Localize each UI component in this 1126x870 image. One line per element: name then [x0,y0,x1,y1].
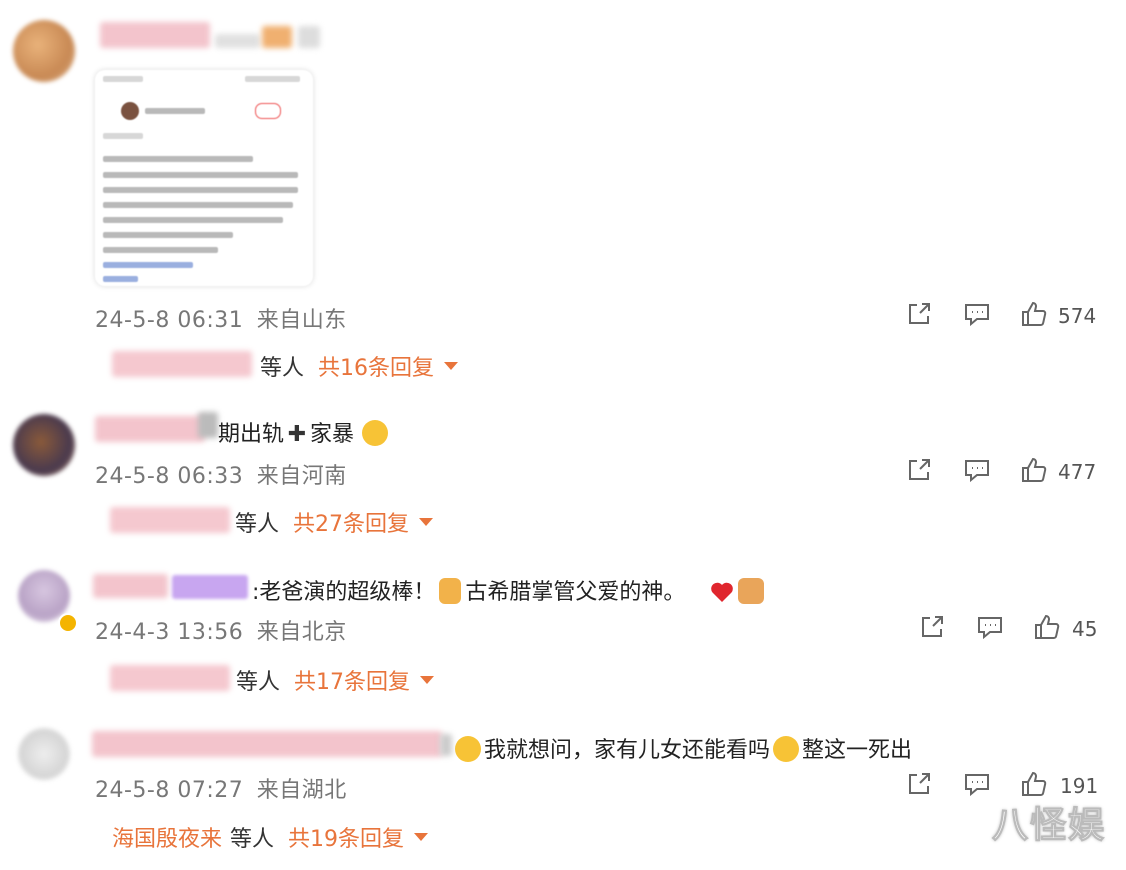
share-button[interactable] [905,456,933,484]
face-emoji [773,736,800,762]
chevron-down-icon[interactable] [414,833,429,841]
comment-icon [965,304,989,327]
like-button[interactable] [1020,300,1048,328]
share-button[interactable] [918,613,946,641]
like-icon [1022,301,1047,326]
avatar[interactable] [13,20,75,82]
comment-icon [965,460,989,483]
share-icon [909,303,930,324]
face-emoji [455,736,481,762]
share-icon [909,459,930,480]
face-emoji [362,420,389,446]
location: 来自湖北 [256,778,347,803]
heart-emoji [711,582,734,602]
reply-summary[interactable]: 等人 共17条回复 [236,664,435,696]
chevron-down-icon[interactable] [420,676,435,684]
chevron-down-icon[interactable] [419,518,434,526]
watermark: 八怪娱 [991,805,1106,847]
username-blurred[interactable] [92,731,442,757]
avatar[interactable] [18,728,70,780]
comment-button[interactable] [963,770,991,798]
comment-text: :老爸演的超级棒！ 古希腊掌管父爱的神。 [252,574,765,606]
reply-who: 等人 [230,827,275,852]
chevron-down-icon[interactable] [444,362,459,370]
like-button[interactable] [1033,613,1061,641]
share-button[interactable] [905,300,933,328]
share-icon [922,616,943,637]
like-icon [1035,614,1060,639]
reply-who: 等人 [235,512,280,537]
badge-blurred [198,412,218,438]
cat-emoji [738,578,765,604]
comment-button[interactable] [963,456,991,484]
attached-image[interactable] [95,70,313,286]
badge-blurred [262,26,292,48]
comment-meta: 24-5-8 06:31 来自山东 [95,302,347,334]
reply-who: 等人 [236,670,281,695]
badge-blurred [298,26,320,48]
timestamp: 24-5-8 06:33 [95,464,244,489]
comment-icon [965,774,989,797]
thumbs-up-emoji [439,578,462,604]
comment-text: 我就想问，家有儿女还能看吗 整这一死出 [452,732,912,764]
reply-name[interactable]: 海国殷夜来 [112,821,222,853]
like-button[interactable] [1020,456,1048,484]
location: 来自河南 [256,464,347,489]
reply-summary[interactable]: 等人 共27条回复 [235,506,434,538]
reply-total[interactable]: 共27条回复 [293,506,409,538]
reply-summary[interactable]: 等人 共16条回复 [260,350,459,382]
reply-total[interactable]: 共17条回复 [294,664,410,696]
location: 来自山东 [256,308,347,333]
like-count: 477 [1058,460,1097,484]
like-icon [1022,457,1047,482]
comment-meta: 24-4-3 13:56 来自北京 [95,614,347,646]
username-blurred[interactable] [93,574,168,598]
reply-summary[interactable]: 海国殷夜来 等人 共19条回复 [112,821,429,853]
like-count: 191 [1060,774,1099,798]
username-blurred [215,34,260,48]
comment-meta: 24-5-8 07:27 来自湖北 [95,772,347,804]
comment-button[interactable] [976,613,1004,641]
like-icon [1022,771,1047,796]
location: 来自北京 [256,620,347,645]
comment-text: 期出轨 ✚ 家暴 [218,416,391,448]
comment-icon [978,617,1002,640]
reply-names-blurred [110,507,230,533]
share-icon [909,773,930,794]
badge-blurred [440,734,452,756]
reply-total[interactable]: 共19条回复 [288,821,404,853]
comment-button[interactable] [963,300,991,328]
username-blurred[interactable] [100,22,210,48]
reply-total[interactable]: 共16条回复 [318,350,434,382]
avatar[interactable] [13,414,75,476]
like-button[interactable] [1020,770,1048,798]
share-button[interactable] [905,770,933,798]
comment-meta: 24-5-8 06:33 来自河南 [95,458,347,490]
reply-names-blurred [112,351,252,377]
timestamp: 24-5-8 06:31 [95,308,244,333]
reply-names-blurred [110,665,230,691]
reply-who: 等人 [260,356,305,381]
like-count: 45 [1072,617,1098,641]
timestamp: 24-4-3 13:56 [95,620,244,645]
like-count: 574 [1058,304,1097,328]
timestamp: 24-5-8 07:27 [95,778,244,803]
verified-badge [58,613,78,633]
cross-emoji: ✚ [287,422,307,447]
username-blurred[interactable] [95,416,205,442]
badge-blurred [172,575,248,599]
